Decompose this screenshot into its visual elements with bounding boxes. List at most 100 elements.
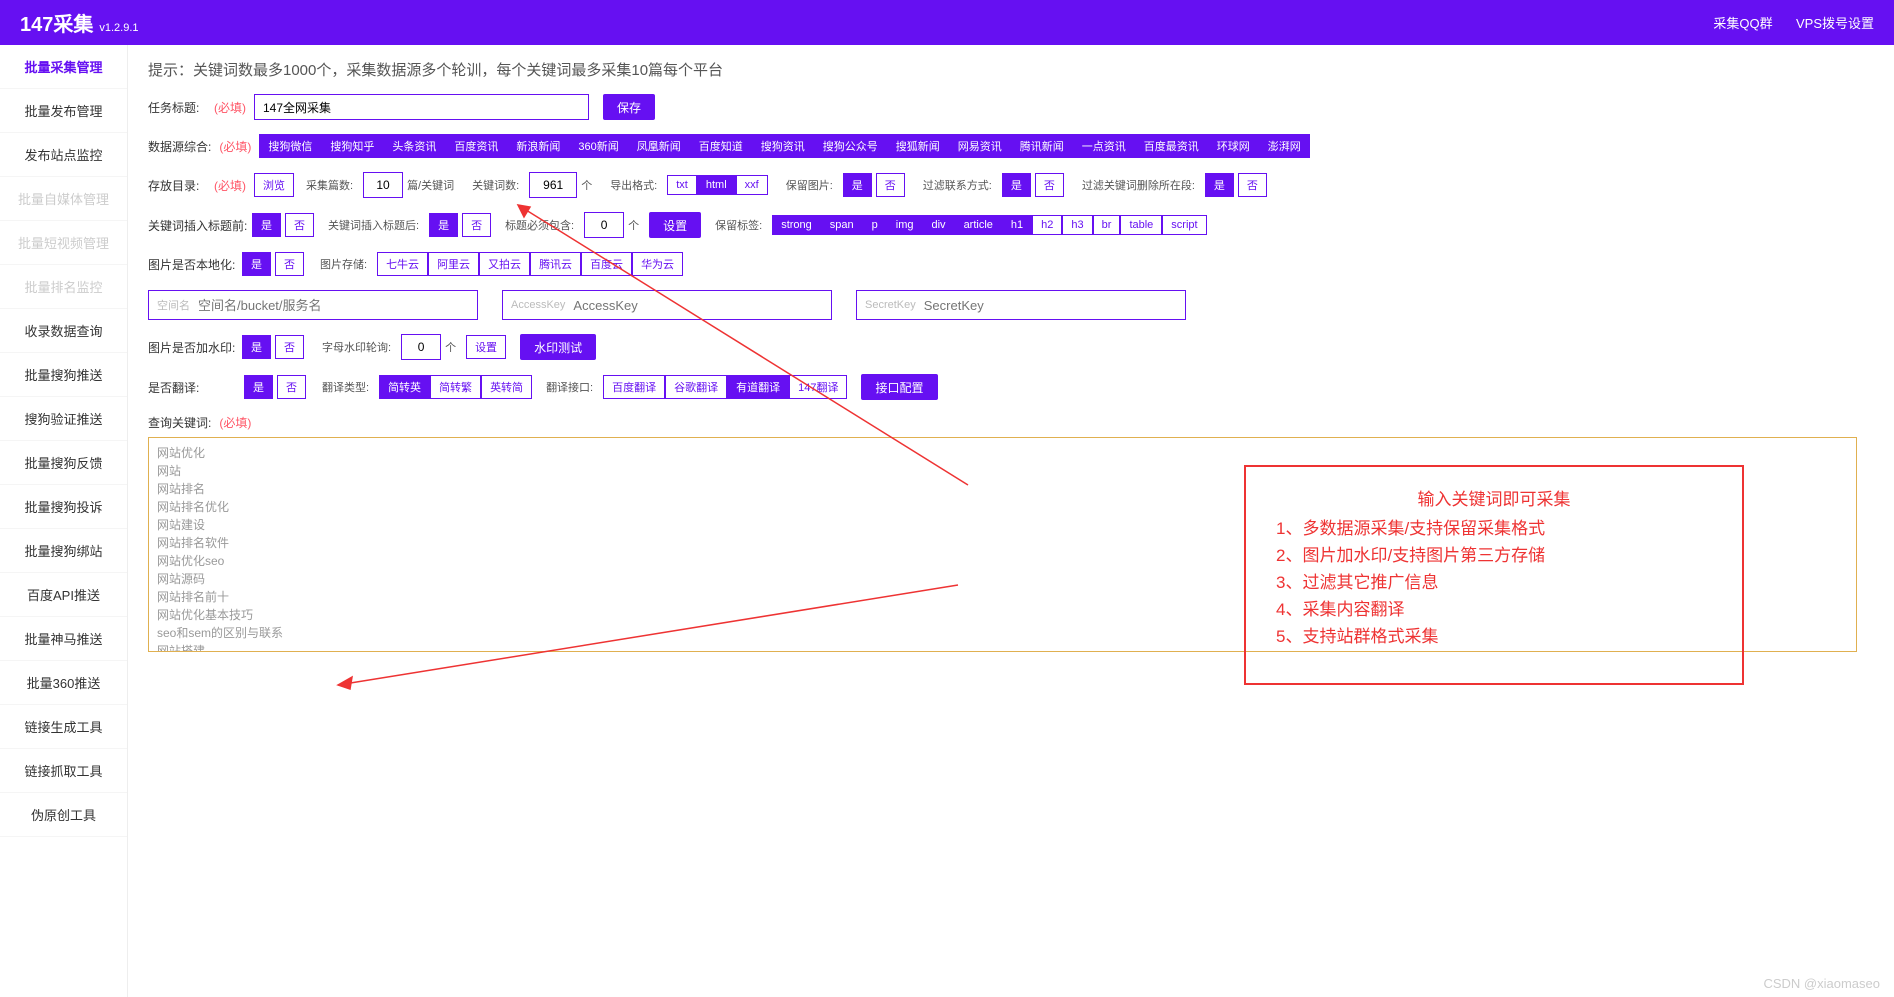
api-cfg-button[interactable]: 接口配置 <box>861 374 937 400</box>
img-local-yes[interactable]: 是 <box>242 252 271 276</box>
stores-chip[interactable]: 又拍云 <box>479 252 530 276</box>
sources-chip[interactable]: 百度资讯 <box>445 134 507 158</box>
sources-chip[interactable]: 360新闻 <box>569 134 627 158</box>
sources-chip[interactable]: 搜狗公众号 <box>814 134 887 158</box>
stores-chip[interactable]: 百度云 <box>581 252 632 276</box>
sidebar-item[interactable]: 批量短视频管理 <box>0 221 127 265</box>
transtypes-chip[interactable]: 简转繁 <box>430 375 481 399</box>
sidebar-item[interactable]: 发布站点监控 <box>0 133 127 177</box>
keyword-count-input[interactable] <box>529 172 577 198</box>
letter-wm-set[interactable]: 设置 <box>466 335 506 359</box>
sidebar-item[interactable]: 批量搜狗反馈 <box>0 441 127 485</box>
sources-chip[interactable]: 澎湃网 <box>1259 134 1310 158</box>
tags-chip[interactable]: div <box>923 215 955 235</box>
sidebar-item[interactable]: 百度API推送 <box>0 573 127 617</box>
link-vps[interactable]: VPS拨号设置 <box>1796 16 1874 31</box>
formats-chip[interactable]: xxf <box>736 175 768 195</box>
tags-chip[interactable]: img <box>887 215 923 235</box>
sidebar-item[interactable]: 批量自媒体管理 <box>0 177 127 221</box>
browse-button[interactable]: 浏览 <box>254 173 294 197</box>
sources-chip[interactable]: 网易资讯 <box>949 134 1011 158</box>
sources-chip[interactable]: 环球网 <box>1208 134 1259 158</box>
tags-chip[interactable]: p <box>863 215 887 235</box>
letter-wm-input[interactable] <box>401 334 441 360</box>
kw-before-yes[interactable]: 是 <box>252 213 281 237</box>
stores-chip[interactable]: 腾讯云 <box>530 252 581 276</box>
sidebar-item[interactable]: 批量搜狗推送 <box>0 353 127 397</box>
tags-chip[interactable]: h2 <box>1032 215 1062 235</box>
sidebar-item[interactable]: 收录数据查询 <box>0 309 127 353</box>
tags-chip[interactable]: br <box>1093 215 1121 235</box>
skey-label: SecretKey <box>857 299 924 311</box>
transapis-chip[interactable]: 147翻译 <box>789 375 847 399</box>
transtypes-chip[interactable]: 简转英 <box>379 375 430 399</box>
skey-input[interactable] <box>924 291 1185 319</box>
sidebar-item[interactable]: 链接生成工具 <box>0 705 127 749</box>
tags-chip[interactable]: article <box>955 215 1002 235</box>
translate-yes[interactable]: 是 <box>244 375 273 399</box>
tags-chip[interactable]: h3 <box>1062 215 1092 235</box>
translate-no[interactable]: 否 <box>277 375 306 399</box>
sources-chip[interactable]: 搜狗微信 <box>259 134 321 158</box>
label-img-local: 图片是否本地化: <box>148 256 238 273</box>
formats-chip[interactable]: txt <box>667 175 697 195</box>
tags-chip[interactable]: strong <box>772 215 821 235</box>
title-must-input[interactable] <box>584 212 624 238</box>
keywords-textarea[interactable] <box>148 437 1857 652</box>
title-must-set[interactable]: 设置 <box>649 212 701 238</box>
sidebar-item[interactable]: 批量神马推送 <box>0 617 127 661</box>
stores-chip[interactable]: 华为云 <box>632 252 683 276</box>
sidebar-item[interactable]: 批量发布管理 <box>0 89 127 133</box>
tags-chip[interactable]: h1 <box>1002 215 1032 235</box>
sources-chip[interactable]: 凤凰新闻 <box>628 134 690 158</box>
tags-chip[interactable]: script <box>1162 215 1206 235</box>
version: v1.2.9.1 <box>99 22 138 34</box>
transtypes-chip[interactable]: 英转简 <box>481 375 532 399</box>
img-local-no[interactable]: 否 <box>275 252 304 276</box>
sidebar-item[interactable]: 批量排名监控 <box>0 265 127 309</box>
sidebar-item[interactable]: 伪原创工具 <box>0 793 127 837</box>
transapis-chip[interactable]: 谷歌翻译 <box>665 375 727 399</box>
sources-chip[interactable]: 搜狐新闻 <box>887 134 949 158</box>
kw-after-yes[interactable]: 是 <box>429 213 458 237</box>
sources-chip[interactable]: 一点资讯 <box>1073 134 1135 158</box>
formats-chip[interactable]: html <box>697 175 736 195</box>
tags-chip[interactable]: span <box>821 215 863 235</box>
akey-input[interactable] <box>573 291 831 319</box>
label-img-store: 图片存储: <box>320 256 367 272</box>
space-input[interactable] <box>198 291 477 319</box>
img-wm-yes[interactable]: 是 <box>242 335 271 359</box>
collect-count-input[interactable] <box>363 172 403 198</box>
sidebar-item[interactable]: 批量360推送 <box>0 661 127 705</box>
img-wm-no[interactable]: 否 <box>275 335 304 359</box>
link-qq[interactable]: 采集QQ群 <box>1713 16 1772 31</box>
sidebar-item[interactable]: 批量搜狗投诉 <box>0 485 127 529</box>
filter-kw-del-no[interactable]: 否 <box>1238 173 1267 197</box>
keep-img-no[interactable]: 否 <box>876 173 905 197</box>
task-title-input[interactable] <box>254 94 589 120</box>
stores-chip[interactable]: 阿里云 <box>428 252 479 276</box>
filter-contact-yes[interactable]: 是 <box>1002 173 1031 197</box>
sources-chip[interactable]: 搜狗知乎 <box>321 134 383 158</box>
sidebar-item[interactable]: 批量采集管理 <box>0 45 127 89</box>
sidebar-item[interactable]: 搜狗验证推送 <box>0 397 127 441</box>
stores-chip[interactable]: 七牛云 <box>377 252 428 276</box>
filter-contact-no[interactable]: 否 <box>1035 173 1064 197</box>
sources-chip[interactable]: 新浪新闻 <box>507 134 569 158</box>
save-button[interactable]: 保存 <box>603 94 655 120</box>
kw-after-no[interactable]: 否 <box>462 213 491 237</box>
transapis-chip[interactable]: 百度翻译 <box>603 375 665 399</box>
sidebar-item[interactable]: 批量搜狗绑站 <box>0 529 127 573</box>
wm-test-button[interactable]: 水印测试 <box>520 334 596 360</box>
transapis-chip[interactable]: 有道翻译 <box>727 375 789 399</box>
sidebar-item[interactable]: 链接抓取工具 <box>0 749 127 793</box>
sources-chip[interactable]: 百度知道 <box>690 134 752 158</box>
kw-before-no[interactable]: 否 <box>285 213 314 237</box>
tags-chip[interactable]: table <box>1120 215 1162 235</box>
sources-chip[interactable]: 头条资讯 <box>383 134 445 158</box>
sources-chip[interactable]: 百度最资讯 <box>1135 134 1208 158</box>
sources-chip[interactable]: 腾讯新闻 <box>1011 134 1073 158</box>
filter-kw-del-yes[interactable]: 是 <box>1205 173 1234 197</box>
keep-img-yes[interactable]: 是 <box>843 173 872 197</box>
sources-chip[interactable]: 搜狗资讯 <box>752 134 814 158</box>
